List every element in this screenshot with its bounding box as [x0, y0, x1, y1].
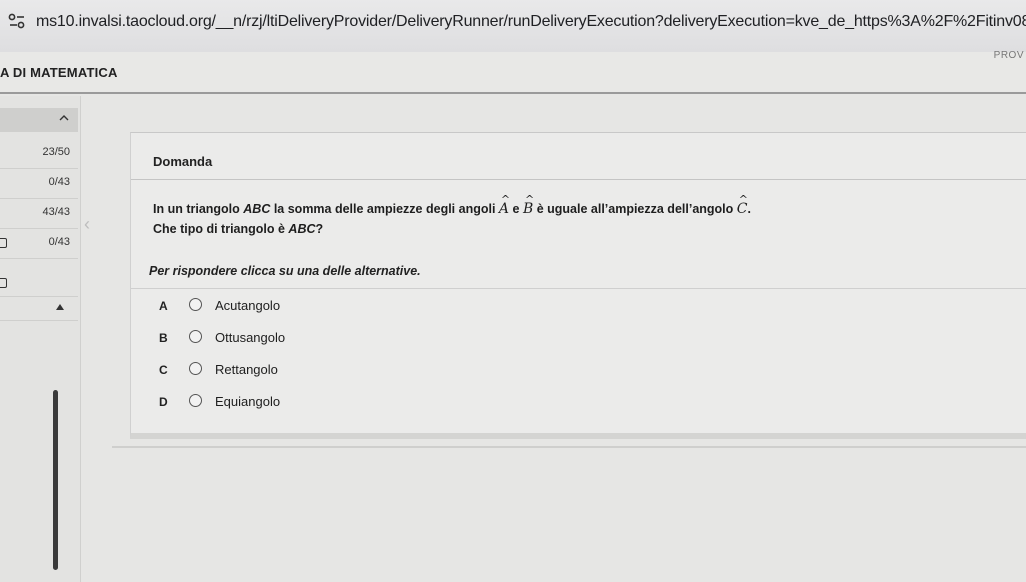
app-header: A DI MATEMATICA	[0, 52, 1026, 94]
panel-bottom-divider	[112, 446, 1026, 448]
edge-mark-icon	[0, 238, 7, 248]
nav-divider	[0, 198, 78, 199]
nav-item-progress-3[interactable]: 43/43	[42, 206, 70, 218]
hat-accent-icon: ^	[500, 193, 511, 206]
nav-scrollbar[interactable]	[53, 390, 58, 570]
hat-accent-icon: ^	[524, 193, 535, 206]
edge-mark-icon	[0, 278, 7, 288]
nav-item-progress-2[interactable]: 0/43	[49, 176, 70, 188]
chevron-left-icon[interactable]: ‹	[84, 214, 90, 235]
chevron-up-icon[interactable]	[58, 112, 70, 122]
navigation-panel: 23/50 0/43 43/43 0/43	[0, 96, 81, 582]
question-text: e	[509, 202, 523, 216]
choice-label[interactable]: Rettangolo	[215, 362, 278, 377]
choice-d[interactable]: D Equiangolo	[131, 387, 1026, 417]
test-title: A DI MATEMATICA	[0, 65, 118, 80]
triangle-up-icon[interactable]	[56, 304, 64, 310]
question-text: la somma delle ampiezze degli angoli	[270, 202, 499, 216]
question-panel: Domanda In un triangolo ABC la somma del…	[130, 132, 1026, 439]
triangle-name: ABC	[243, 202, 271, 216]
choice-a[interactable]: A Acutangolo	[131, 291, 1026, 321]
angle-a-symbol: ^ A	[499, 193, 510, 217]
nav-divider	[0, 296, 78, 297]
nav-divider	[0, 320, 78, 321]
browser-address-bar: ms10.invalsi.taocloud.org/__n/rzj/ltiDel…	[0, 0, 1026, 53]
choice-c[interactable]: C Rettangolo	[131, 355, 1026, 385]
question-text: Che tipo di triangolo è	[153, 222, 289, 236]
radio-button[interactable]	[189, 298, 202, 311]
radio-button[interactable]	[189, 362, 202, 375]
choice-label[interactable]: Acutangolo	[215, 298, 280, 313]
question-text: ?	[315, 222, 324, 236]
nav-divider	[0, 258, 78, 259]
prov-label: PROV	[993, 50, 1024, 61]
nav-item-progress-4[interactable]: 0/43	[49, 236, 70, 248]
question-text: .	[747, 202, 751, 216]
choice-letter: C	[159, 363, 168, 377]
choice-letter: B	[159, 331, 168, 345]
question-text: è uguale all’ampiezza dell’angolo	[533, 202, 737, 216]
answer-choices: A Acutangolo B Ottusangolo C Rettangolo …	[131, 288, 1026, 415]
nav-item-progress-1[interactable]: 23/50	[42, 146, 70, 158]
header-divider	[131, 179, 1026, 180]
hat-accent-icon: ^	[738, 193, 748, 206]
choice-b[interactable]: B Ottusangolo	[131, 323, 1026, 353]
triangle-name: ABC	[288, 222, 316, 236]
question-text: In un triangolo	[153, 202, 244, 216]
radio-button[interactable]	[189, 394, 202, 407]
screen: ms10.invalsi.taocloud.org/__n/rzj/ltiDel…	[0, 0, 1026, 582]
radio-button[interactable]	[189, 330, 202, 343]
url-text[interactable]: ms10.invalsi.taocloud.org/__n/rzj/ltiDel…	[36, 13, 1026, 31]
choice-letter: D	[159, 395, 168, 409]
choice-letter: A	[159, 299, 168, 313]
question-text-line-1: In un triangolo ABC la somma delle ampie…	[153, 193, 751, 217]
question-header: Domanda	[153, 154, 213, 169]
nav-divider	[0, 228, 78, 229]
site-settings-icon[interactable]	[8, 13, 26, 29]
choice-label[interactable]: Ottusangolo	[215, 330, 285, 345]
question-text-line-2: Che tipo di triangolo è ABC?	[153, 222, 323, 236]
angle-c-symbol: ^ C	[737, 193, 748, 217]
nav-divider	[0, 168, 78, 169]
choice-label[interactable]: Equiangolo	[215, 394, 280, 409]
angle-b-symbol: ^ B	[523, 193, 534, 217]
answer-instruction: Per rispondere clicca su una delle alter…	[149, 264, 421, 278]
